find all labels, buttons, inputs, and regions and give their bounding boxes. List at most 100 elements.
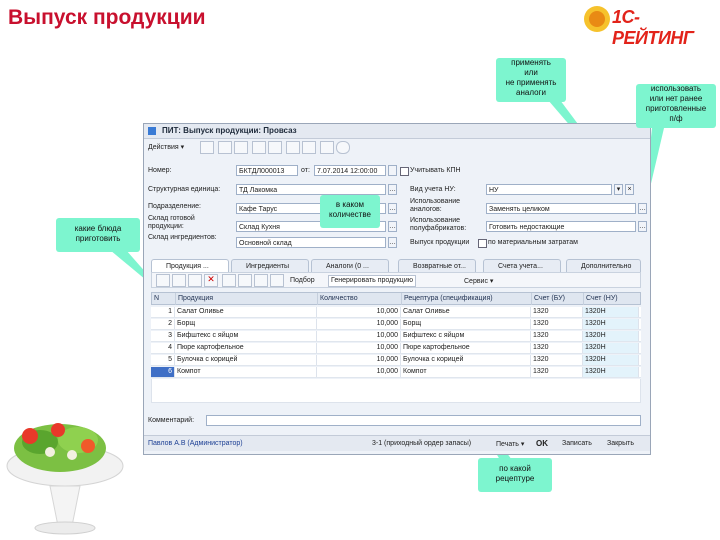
tab-returns[interactable]: Возвратные от... <box>398 259 476 272</box>
account-bu-cell[interactable]: 1320 <box>531 307 583 317</box>
col-quantity[interactable]: Количество <box>318 293 402 305</box>
account-nu-cell[interactable]: 1320Н <box>583 355 639 365</box>
calendar-icon[interactable] <box>388 165 397 176</box>
recipe-cell[interactable]: Компот <box>401 367 531 377</box>
recipe-cell[interactable]: Салат Оливье <box>401 307 531 317</box>
tab-products[interactable]: Продукция ... <box>151 259 229 272</box>
edit-row-icon[interactable] <box>188 274 202 287</box>
division-label: Подразделение: <box>148 203 201 210</box>
quantity-cell[interactable]: 10,000 <box>317 343 401 353</box>
ingredients-warehouse-field[interactable]: Основной склад <box>236 237 386 248</box>
tax-dropdown-icon[interactable]: ▾ <box>614 184 623 195</box>
division-select-icon[interactable]: … <box>388 203 397 214</box>
sort-asc-icon[interactable] <box>254 274 268 287</box>
product-cell[interactable]: Бифштекс с яйцом <box>175 331 317 341</box>
account-bu-cell[interactable]: 1320 <box>531 331 583 341</box>
analogs-field[interactable]: Заменять целиком <box>486 203 636 214</box>
account-bu-cell[interactable]: 1320 <box>531 367 583 377</box>
quantity-cell[interactable]: 10,000 <box>317 367 401 377</box>
tab-ingredients[interactable]: Ингредиенты <box>231 259 309 272</box>
comment-label: Комментарий: <box>148 417 195 424</box>
structure-icon[interactable] <box>286 141 300 154</box>
sort-desc-icon[interactable] <box>270 274 284 287</box>
col-account-bu[interactable]: Счет (БУ) <box>532 293 584 305</box>
dt-kt-icon[interactable] <box>302 141 316 154</box>
recipe-cell[interactable]: Борщ <box>401 319 531 329</box>
tax-clear-icon[interactable]: × <box>625 184 634 195</box>
number-field[interactable]: БКТДЛ000013 <box>236 165 298 176</box>
ingredients-select-icon[interactable]: … <box>388 237 397 248</box>
quantity-cell[interactable]: 10,000 <box>317 307 401 317</box>
col-n[interactable]: N <box>152 293 176 305</box>
ok-button[interactable]: OK <box>536 439 548 448</box>
col-account-nu[interactable]: Счет (НУ) <box>584 293 640 305</box>
unpost-icon[interactable] <box>268 141 282 154</box>
service-menu[interactable]: Сервис ▾ <box>464 277 493 285</box>
kpn-checkbox[interactable] <box>400 167 409 176</box>
release-label: Выпуск продукции <box>410 239 470 246</box>
table-row[interactable]: 2 Борщ 10,000 Борщ 1320 1320Н <box>151 319 641 330</box>
product-cell[interactable]: Булочка с корицей <box>175 355 317 365</box>
delete-row-icon[interactable]: ✕ <box>204 274 218 287</box>
table-row[interactable]: 4 Пюре картофельное 10,000 Пюре картофел… <box>151 343 641 354</box>
add-icon[interactable] <box>218 141 232 154</box>
quantity-cell[interactable]: 10,000 <box>317 355 401 365</box>
callout-analogs: применять или не применять аналоги <box>496 58 566 102</box>
post-icon[interactable] <box>252 141 266 154</box>
move-up-icon[interactable] <box>222 274 236 287</box>
generate-products-button[interactable]: Генерировать продукцию <box>328 275 416 287</box>
pick-button[interactable]: Подбор <box>290 277 315 284</box>
account-nu-cell[interactable]: 1320Н <box>583 331 639 341</box>
col-product[interactable]: Продукция <box>176 293 318 305</box>
callout-quantity-text: в каком количестве <box>329 200 371 219</box>
logo-text: 1С-РЕЙТИНГ <box>612 7 694 48</box>
semi-select-icon[interactable]: … <box>638 221 647 232</box>
release-checkbox[interactable] <box>478 239 487 248</box>
product-cell[interactable]: Салат Оливье <box>175 307 317 317</box>
account-nu-cell[interactable]: 1320Н <box>583 343 639 353</box>
copy-row-icon[interactable] <box>172 274 186 287</box>
unit-select-icon[interactable]: … <box>388 184 397 195</box>
product-cell[interactable]: Борщ <box>175 319 317 329</box>
row-number: 3 <box>151 331 175 341</box>
account-nu-cell[interactable]: 1320Н <box>583 319 639 329</box>
account-nu-cell[interactable]: 1320Н <box>583 367 639 377</box>
copy-icon[interactable] <box>234 141 248 154</box>
quantity-cell[interactable]: 10,000 <box>317 331 401 341</box>
actions-menu[interactable]: Действия ▾ <box>148 143 184 151</box>
add-row-icon[interactable] <box>156 274 170 287</box>
author-link[interactable]: Павлов А.В (Администратор) <box>148 440 243 447</box>
tab-additional[interactable]: Дополнительно <box>566 259 641 272</box>
product-cell[interactable]: Компот <box>175 367 317 377</box>
table-row[interactable]: 5 Булочка с корицей 10,000 Булочка с кор… <box>151 355 641 366</box>
col-recipe[interactable]: Рецептура (спецификация) <box>402 293 532 305</box>
recipe-cell[interactable]: Бифштекс с яйцом <box>401 331 531 341</box>
account-bu-cell[interactable]: 1320 <box>531 319 583 329</box>
unit-field[interactable]: ТД Лакомка <box>236 184 386 195</box>
date-field[interactable]: 7.07.2014 12:00:00 <box>314 165 386 176</box>
recipe-cell[interactable]: Булочка с корицей <box>401 355 531 365</box>
tab-accounts[interactable]: Счета учета... <box>483 259 561 272</box>
account-nu-cell[interactable]: 1320Н <box>583 307 639 317</box>
refresh-icon[interactable] <box>200 141 214 154</box>
save-button[interactable]: Записать <box>562 440 592 447</box>
recipe-cell[interactable]: Пюре картофельное <box>401 343 531 353</box>
table-row[interactable]: 3 Бифштекс с яйцом 10,000 Бифштекс с яйц… <box>151 331 641 342</box>
tax-field[interactable]: НУ <box>486 184 612 195</box>
tab-analogs[interactable]: Аналоги (0 ... <box>311 259 389 272</box>
print-icon[interactable] <box>320 141 334 154</box>
warehouse-select-icon[interactable]: … <box>388 221 397 232</box>
product-cell[interactable]: Пюре картофельное <box>175 343 317 353</box>
semi-field[interactable]: Готовить недостающие <box>486 221 636 232</box>
analogs-select-icon[interactable]: … <box>638 203 647 214</box>
table-row[interactable]: 1 Салат Оливье 10,000 Салат Оливье 1320 … <box>151 307 641 318</box>
comment-field[interactable] <box>206 415 641 426</box>
account-bu-cell[interactable]: 1320 <box>531 355 583 365</box>
table-row[interactable]: 6 Компот 10,000 Компот 1320 1320Н <box>151 367 641 378</box>
help-icon[interactable] <box>336 141 350 154</box>
move-down-icon[interactable] <box>238 274 252 287</box>
account-bu-cell[interactable]: 1320 <box>531 343 583 353</box>
print-menu[interactable]: Печать ▾ <box>496 440 524 448</box>
quantity-cell[interactable]: 10,000 <box>317 319 401 329</box>
close-button[interactable]: Закрыть <box>607 440 634 447</box>
